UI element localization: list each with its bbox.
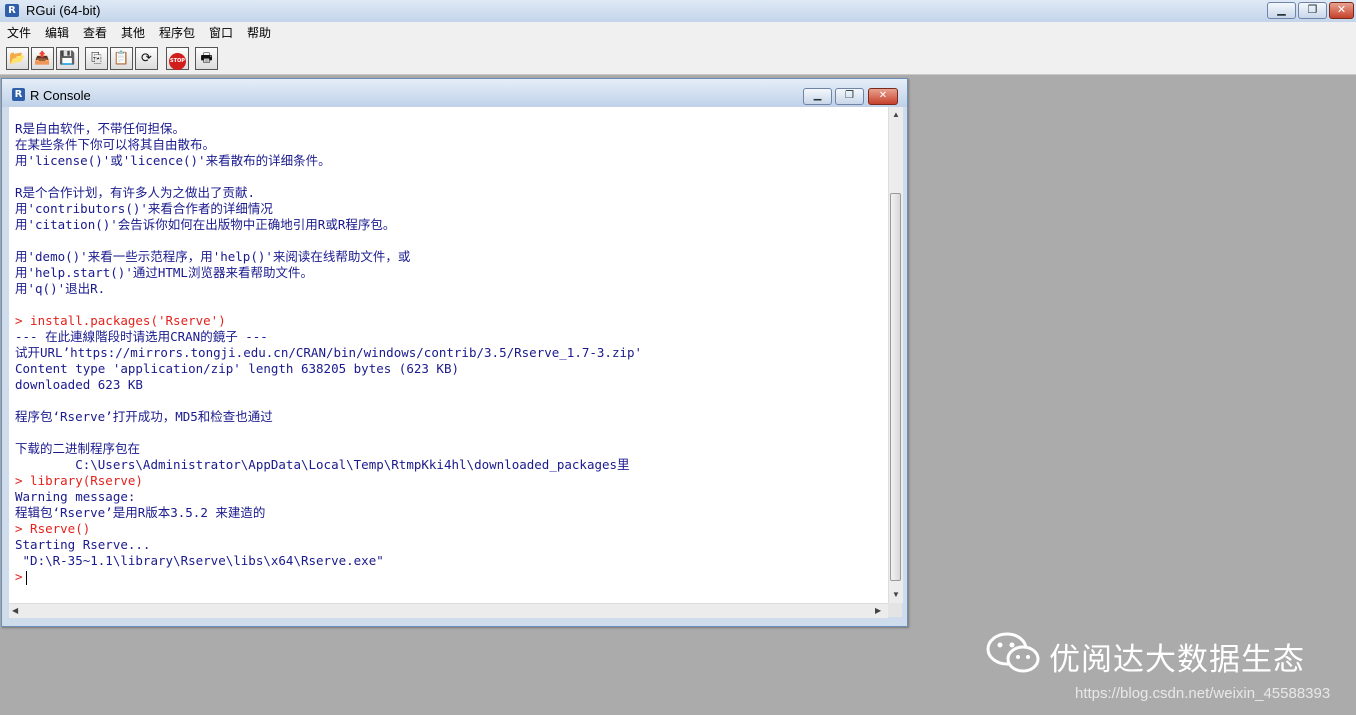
output-line: 用'contributors()'来看合作者的详细情况 (15, 201, 273, 216)
output-line: C:\Users\Administrator\AppData\Local\Tem… (15, 457, 630, 472)
scrollbar-corner (888, 603, 902, 617)
output-line: Warning message: (15, 489, 136, 504)
prompt-symbol: > (15, 569, 23, 584)
open-script-icon[interactable]: 📂 (6, 47, 29, 70)
save-icon[interactable]: 💾 (56, 47, 79, 70)
app-title: RGui (64-bit) (26, 3, 101, 18)
scrollbar-thumb[interactable] (890, 193, 901, 581)
scroll-up-arrow-icon[interactable]: ▲ (892, 110, 900, 119)
watermark-brand: 优阅达大数据生态 (1049, 642, 1305, 677)
output-line: R是自由软件，不带任何担保。 (15, 121, 186, 136)
output-line: 在某些条件下你可以将其自由散布。 (15, 137, 216, 152)
output-line: 用'citation()'会告诉你如何在出版物中正确地引用R或R程序包。 (15, 217, 396, 232)
output-line: R是个合作计划，有许多人为之做出了贡献. (15, 185, 256, 200)
scroll-down-arrow-icon[interactable]: ▼ (892, 590, 900, 599)
output-line: 程辑包‘Rserve’是用R版本3.5.2 来建造的 (15, 505, 266, 520)
print-icon[interactable]: 🖶 (195, 47, 218, 70)
output-line: 用'help.start()'通过HTML浏览器来看帮助文件。 (15, 265, 313, 280)
menu-view[interactable]: 查看 (83, 24, 107, 41)
text-cursor (25, 570, 27, 585)
close-button[interactable]: ✕ (1329, 2, 1354, 19)
console-output-area[interactable]: R是自由软件，不带任何担保。 在某些条件下你可以将其自由散布。 用'license(… (9, 107, 888, 603)
console-lines: R是自由软件，不带任何担保。 在某些条件下你可以将其自由散布。 用'license(… (15, 121, 642, 585)
output-line: downloaded 623 KB (15, 377, 143, 392)
output-line: Content type 'application/zip' length 63… (15, 361, 460, 376)
menu-misc[interactable]: 其他 (121, 24, 145, 41)
copy-icon[interactable]: ⎘ (85, 47, 108, 70)
command-line: > Rserve() (15, 521, 91, 536)
prompt-line[interactable]: > (15, 569, 642, 585)
menu-bar: 文件 编辑 查看 其他 程序包 窗口 帮助 (0, 22, 1356, 42)
console-titlebar[interactable]: R R Console ▁ ❐ ✕ (2, 79, 907, 107)
restore-button[interactable]: ❐ (1298, 2, 1327, 19)
watermark-url: https://blog.csdn.net/weixin_45588393 (1075, 685, 1331, 702)
menu-edit[interactable]: 编辑 (45, 24, 69, 41)
menu-help[interactable]: 帮助 (247, 24, 271, 41)
output-line: 用'demo()'来看一些示范程序，用'help()'来阅读在线帮助文件，或 (15, 249, 411, 264)
toolbar: 📂 📤 💾 ⎘ 📋 ⟳ STOP 🖶 (0, 42, 1356, 75)
output-line: Starting Rserve... (15, 537, 151, 552)
menu-file[interactable]: 文件 (7, 24, 31, 41)
output-line: 下载的二进制程序包在 (15, 441, 141, 456)
console-title: R Console (30, 88, 91, 103)
wechat-icon (986, 632, 1040, 673)
scroll-right-arrow-icon[interactable]: ▶ (875, 606, 881, 615)
output-line: 程序包‘Rserve’打开成功，MD5和检查也通过 (15, 409, 273, 424)
app-titlebar[interactable]: R RGui (64-bit) ▁ ❐ ✕ (0, 0, 1356, 23)
output-line: 用'q()'退出R. (15, 281, 106, 296)
console-minimize-button[interactable]: ▁ (803, 88, 832, 105)
load-workspace-icon[interactable]: 📤 (31, 47, 54, 70)
vertical-scrollbar[interactable]: ▲ ▼ (888, 107, 903, 603)
minimize-button[interactable]: ▁ (1267, 2, 1296, 19)
output-line: 试开URL’https://mirrors.tongji.edu.cn/CRAN… (15, 345, 643, 360)
refresh-icon[interactable]: ⟳ (135, 47, 158, 70)
scroll-left-arrow-icon[interactable]: ◀ (12, 606, 18, 615)
console-close-button[interactable]: ✕ (868, 88, 898, 105)
output-line: "D:\R-35~1.1\library\Rserve\libs\x64\Rse… (15, 553, 384, 568)
command-line: > install.packages('Rserve') (15, 313, 226, 328)
paste-icon[interactable]: 📋 (110, 47, 133, 70)
menu-packages[interactable]: 程序包 (159, 24, 195, 41)
r-console-window: R R Console ▁ ❐ ✕ R是自由软件，不带任何担保。 在某些条件下你可… (1, 78, 908, 627)
console-restore-button[interactable]: ❐ (835, 88, 864, 105)
output-line: 用'license()'或'licence()'来看散布的详细条件。 (15, 153, 331, 168)
output-line: --- 在此連線階段时请选用CRAN的鏡子 --- (15, 329, 268, 344)
horizontal-scrollbar[interactable]: ◀ ▶ (9, 603, 888, 618)
command-line: > library(Rserve) (15, 473, 143, 488)
r-logo-icon: R (12, 88, 25, 101)
r-logo-icon: R (5, 4, 19, 17)
menu-windows[interactable]: 窗口 (209, 24, 233, 41)
stop-icon[interactable]: STOP (166, 47, 189, 70)
